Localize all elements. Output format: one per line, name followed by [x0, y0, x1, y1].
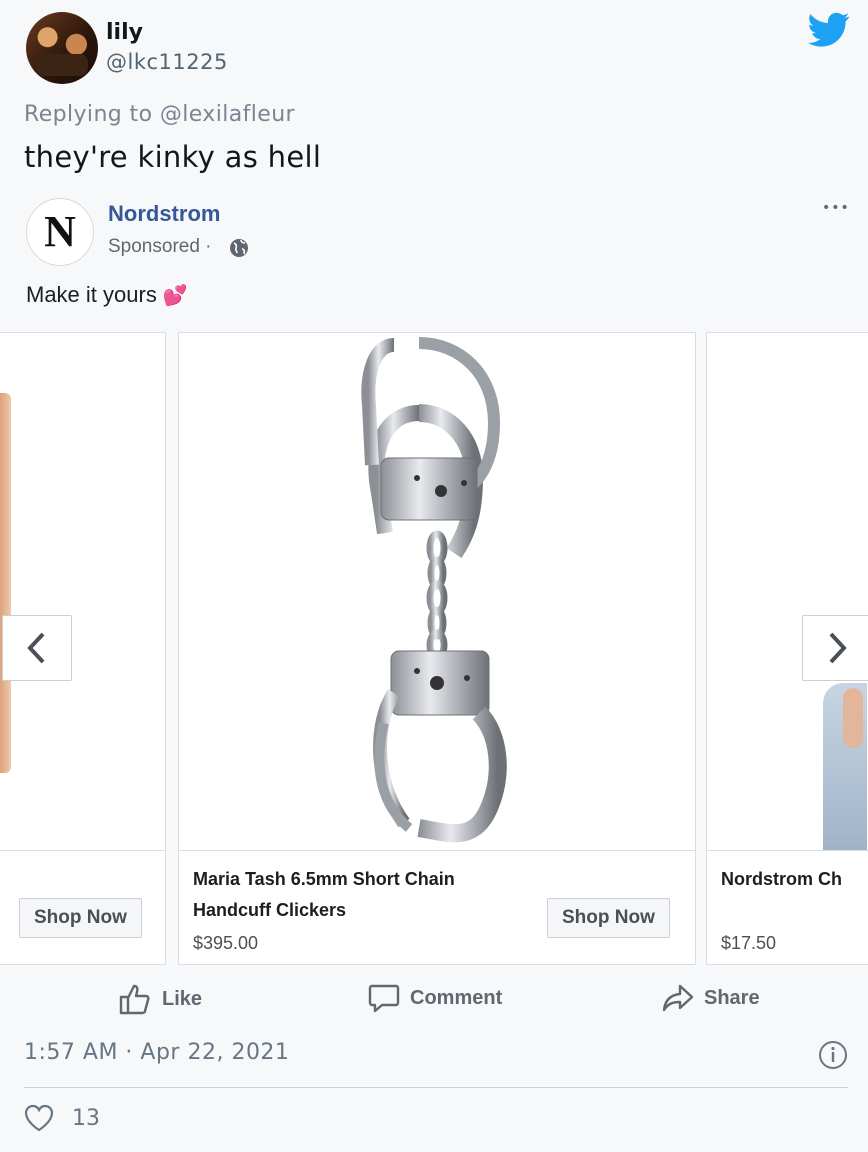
product-name-line2[interactable]: Handcuff Clickers: [193, 895, 346, 926]
globe-icon: [230, 239, 248, 257]
brand-logo[interactable]: N: [26, 198, 94, 266]
handcuff-earring-image: [361, 337, 507, 843]
tweet-text: they're kinky as hell: [24, 140, 322, 174]
product-image-handcuffs[interactable]: [179, 333, 695, 851]
avatar[interactable]: [26, 12, 98, 84]
comment-icon: [368, 984, 400, 1013]
like-button[interactable]: Like: [118, 983, 202, 1015]
ad-caption: Make it yours 💕: [26, 282, 188, 308]
carousel-next-button[interactable]: [802, 615, 868, 681]
like-count: 13: [72, 1105, 100, 1131]
twitter-bird-icon: [808, 12, 850, 47]
carousel-card-main[interactable]: Maria Tash 6.5mm Short Chain Handcuff Cl…: [178, 332, 696, 965]
user-name[interactable]: lily: [106, 20, 143, 45]
two-hearts-icon: 💕: [162, 285, 188, 307]
replying-to-line[interactable]: Replying to @lexilafleur: [24, 102, 295, 127]
product-name-right[interactable]: Nordstrom Ch: [721, 864, 842, 895]
shop-now-button-main[interactable]: Shop Now: [547, 898, 670, 938]
product-image-left[interactable]: [0, 333, 165, 851]
product-price-right: $17.50: [721, 933, 777, 953]
brand-name[interactable]: Nordstrom: [108, 201, 220, 227]
share-label: Share: [704, 986, 760, 1009]
like-label: Like: [162, 987, 203, 1010]
divider: [24, 1087, 848, 1088]
sponsored-label: Sponsored ·: [108, 236, 212, 257]
user-handle[interactable]: @lkc11225: [106, 50, 228, 74]
product-name-line1[interactable]: Maria Tash 6.5mm Short Chain: [193, 864, 455, 895]
carousel-prev-button[interactable]: [2, 615, 72, 681]
comment-label: Comment: [410, 986, 503, 1009]
shop-now-button-left[interactable]: Shop Now: [19, 898, 142, 938]
thumbs-up-icon: [119, 984, 150, 1015]
ad-caption-text: Make it yours: [26, 282, 157, 307]
product-price: $395.00: [193, 933, 259, 953]
product-image-right[interactable]: [707, 333, 868, 851]
info-icon[interactable]: [818, 1040, 848, 1070]
share-arrow-icon: [662, 984, 694, 1012]
chevron-right-icon: [829, 632, 847, 664]
chevron-left-icon: [27, 632, 45, 664]
tweet-timestamp[interactable]: 1:57 AM · Apr 22, 2021: [24, 1040, 289, 1065]
more-options-icon[interactable]: •••: [822, 200, 850, 216]
share-button[interactable]: Share: [662, 983, 760, 1013]
like-count-row[interactable]: 13: [24, 1104, 100, 1132]
heart-icon[interactable]: [24, 1104, 54, 1132]
comment-button[interactable]: Comment: [368, 983, 502, 1013]
